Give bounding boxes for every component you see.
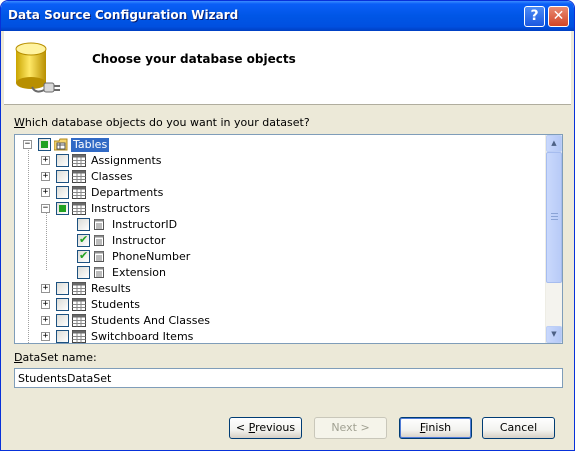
- prompt-accel: W: [14, 116, 25, 129]
- previous-rest: revious: [255, 421, 296, 434]
- tree-row[interactable]: Instructor: [15, 233, 545, 249]
- close-icon: ✕: [552, 8, 565, 24]
- tree-row-label: Assignments: [91, 154, 162, 167]
- cancel-button[interactable]: Cancel: [482, 417, 555, 439]
- tree-row[interactable]: Extension: [15, 265, 545, 281]
- expand-icon[interactable]: +: [41, 156, 50, 165]
- tree-row-label: InstructorID: [112, 218, 178, 231]
- expand-icon[interactable]: +: [41, 284, 50, 293]
- tree-row-label: Switchboard Items: [91, 330, 194, 343]
- tree-checkbox[interactable]: [56, 330, 69, 343]
- tree-checkbox[interactable]: [77, 218, 90, 231]
- database-plug-icon: [15, 42, 60, 93]
- expand-icon[interactable]: +: [41, 316, 50, 325]
- help-button[interactable]: ?: [524, 6, 545, 27]
- column-icon: [93, 234, 107, 247]
- tree-row-label: Departments: [91, 186, 164, 199]
- tree-checkbox[interactable]: [56, 170, 69, 183]
- finish-rest: inish: [425, 421, 452, 434]
- tree-row-label: Extension: [112, 266, 167, 279]
- expand-icon[interactable]: +: [41, 188, 50, 197]
- tree-checkbox[interactable]: [56, 314, 69, 327]
- tree-checkbox[interactable]: [56, 298, 69, 311]
- tree-checkbox[interactable]: [38, 138, 51, 151]
- tree-scrollbar[interactable]: ▲ ▼: [545, 135, 562, 343]
- tree-row[interactable]: − Instructors: [15, 201, 545, 217]
- tree-row[interactable]: + Assignments: [15, 153, 545, 169]
- previous-button[interactable]: < Previous: [229, 417, 302, 439]
- scroll-down-icon: ▼: [551, 330, 557, 338]
- page-title: Choose your database objects: [92, 52, 296, 66]
- tree-row-label: Students And Classes: [91, 314, 210, 327]
- close-button[interactable]: ✕: [548, 6, 569, 27]
- scroll-up-icon: ▲: [551, 139, 557, 147]
- dataset-name-label: DataSet name:: [14, 351, 97, 364]
- tree-row[interactable]: PhoneNumber: [15, 249, 545, 265]
- tree-checkbox[interactable]: [56, 186, 69, 199]
- dataset-name-input[interactable]: [14, 368, 563, 388]
- next-button[interactable]: Next >: [314, 417, 387, 439]
- wizard-window: Data Source Configuration Wizard ? ✕ Cho…: [0, 0, 575, 451]
- tree-row-label: Students: [91, 298, 141, 311]
- tree-row-label: Instructors: [91, 202, 151, 215]
- previous-pre: <: [235, 421, 249, 434]
- tree-checkbox[interactable]: [56, 154, 69, 167]
- tree-row[interactable]: + Departments: [15, 185, 545, 201]
- help-icon: ?: [530, 8, 539, 24]
- scroll-up-button[interactable]: ▲: [546, 135, 562, 152]
- tree-checkbox[interactable]: [77, 249, 90, 263]
- tree-row[interactable]: + Classes: [15, 169, 545, 185]
- tree-row[interactable]: − Tables: [15, 137, 545, 153]
- scroll-thumb[interactable]: [546, 152, 562, 283]
- tree-row[interactable]: + Students And Classes: [15, 313, 545, 329]
- title-bar[interactable]: Data Source Configuration Wizard ? ✕: [1, 1, 574, 31]
- tree-row-label: PhoneNumber: [112, 250, 191, 263]
- collapse-icon[interactable]: −: [23, 140, 32, 149]
- tree-checkbox[interactable]: [77, 233, 90, 247]
- table-icon: [72, 298, 86, 311]
- tree-checkbox[interactable]: [56, 282, 69, 295]
- table-icon: [72, 330, 86, 343]
- objects-prompt-label: Which database objects do you want in yo…: [14, 116, 310, 129]
- tree-row[interactable]: + Switchboard Items: [15, 329, 545, 343]
- finish-button[interactable]: Finish: [399, 417, 472, 439]
- tree-row-label: Results: [91, 282, 131, 295]
- tree-row[interactable]: InstructorID: [15, 217, 545, 233]
- tree-row-label: Instructor: [112, 234, 166, 247]
- tree-row[interactable]: + Results: [15, 281, 545, 297]
- column-icon: [93, 266, 107, 279]
- table-icon: [72, 154, 86, 167]
- table-icon: [72, 186, 86, 199]
- expand-icon[interactable]: +: [41, 332, 50, 341]
- table-icon: [72, 282, 86, 295]
- prompt-text: hich database objects do you want in you…: [24, 116, 310, 129]
- scroll-down-button[interactable]: ▼: [546, 326, 562, 343]
- tree-checkbox[interactable]: [56, 202, 69, 215]
- table-icon: [72, 202, 86, 215]
- collapse-icon[interactable]: −: [41, 204, 50, 213]
- table-icon: [72, 170, 86, 183]
- dataset-label-text: ataSet name:: [22, 351, 97, 364]
- tables-folder-icon: [53, 138, 68, 151]
- column-icon: [93, 250, 107, 263]
- database-objects-tree[interactable]: − Tables + Assignments + Classes + Departments −…: [14, 134, 563, 344]
- wizard-header: Choose your database objects: [4, 31, 571, 105]
- tree-checkbox[interactable]: [77, 266, 90, 279]
- column-icon: [93, 218, 107, 231]
- window-title: Data Source Configuration Wizard: [8, 8, 239, 22]
- tree-row-label: Classes: [91, 170, 133, 183]
- expand-icon[interactable]: +: [41, 172, 50, 181]
- tree-row[interactable]: + Students: [15, 297, 545, 313]
- table-icon: [72, 314, 86, 327]
- grip-icon: [551, 213, 558, 220]
- expand-icon[interactable]: +: [41, 300, 50, 309]
- tree-row-label: Tables: [71, 138, 110, 152]
